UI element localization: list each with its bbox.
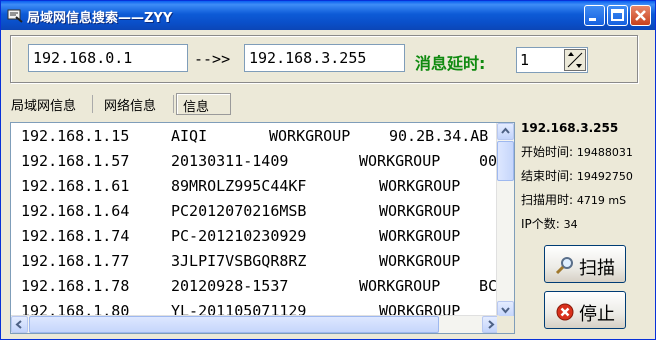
list-item[interactable]: 192.168.1.78 20120928-1537 WORKGROUP BC bbox=[11, 273, 497, 298]
list-item[interactable]: 192.168.1.74 PC-201210230929 WORKGROUP bbox=[11, 223, 460, 248]
tab-separator bbox=[173, 95, 174, 113]
list-item[interactable]: 192.168.1.15 AIQI WORKGROUP 90.2B.34.AB bbox=[11, 123, 488, 148]
elapsed-time-value: 4719 mS bbox=[576, 194, 627, 207]
row-mac: BC bbox=[479, 277, 498, 295]
tab-lan-info[interactable]: 局域网信息 bbox=[11, 93, 93, 115]
scroll-left-button[interactable] bbox=[11, 316, 28, 333]
ip-count: IP个数: 34 bbox=[521, 215, 578, 232]
row-hostname: 3JLPI7VSBGQR8RZ bbox=[171, 252, 307, 270]
spin-button[interactable] bbox=[564, 49, 586, 71]
row-ip: 192.168.1.78 bbox=[21, 277, 130, 295]
start-time: 开始时间: 19488031 bbox=[521, 143, 633, 160]
horizontal-scroll-thumb[interactable] bbox=[29, 316, 439, 333]
range-arrow: -->> bbox=[194, 50, 231, 68]
main-window: 局域网信息搜索——ZYY 192.168.0.1 -->> 192.168.3.… bbox=[0, 0, 656, 340]
stop-button-label: 停止 bbox=[579, 304, 615, 325]
list-item[interactable]: 192.168.1.61 89MROLZ995C44KF WORKGROUP bbox=[11, 173, 460, 198]
scroll-up-button[interactable] bbox=[497, 123, 514, 140]
minimize-button[interactable] bbox=[584, 5, 605, 26]
results-rows: 192.168.1.15 AIQI WORKGROUP 90.2B.34.AB … bbox=[11, 123, 499, 318]
row-hostname: AIQI bbox=[171, 127, 208, 145]
magnifier-icon bbox=[555, 257, 573, 275]
row-workgroup: WORKGROUP bbox=[379, 177, 461, 195]
scroll-right-icon bbox=[488, 320, 495, 329]
stop-icon bbox=[556, 303, 574, 321]
elapsed-time: 扫描用时: 4719 mS bbox=[521, 191, 626, 208]
horizontal-scrollbar[interactable] bbox=[11, 315, 499, 333]
row-hostname: PC-201210230929 bbox=[171, 227, 307, 245]
close-icon bbox=[635, 10, 646, 21]
start-time-label: 开始时间: bbox=[521, 145, 574, 159]
vertical-scrollbar[interactable] bbox=[496, 123, 514, 318]
spin-arrows-icon bbox=[567, 52, 583, 68]
row-hostname: 89MROLZ995C44KF bbox=[171, 177, 307, 195]
row-mac: 90.2B.34.AB bbox=[389, 127, 489, 145]
row-ip: 192.168.1.15 bbox=[21, 127, 130, 145]
row-workgroup: WORKGROUP bbox=[359, 152, 441, 170]
tab-network-info[interactable]: 网络信息 bbox=[104, 93, 172, 115]
row-ip: 192.168.1.74 bbox=[21, 227, 130, 245]
end-time-label: 结束时间: bbox=[521, 169, 574, 183]
end-time-value: 19492750 bbox=[576, 170, 633, 183]
ip-count-value: 34 bbox=[563, 218, 578, 231]
scrollbar-corner bbox=[497, 316, 514, 333]
elapsed-time-label: 扫描用时: bbox=[521, 193, 574, 207]
title-bar[interactable]: 局域网信息搜索——ZYY bbox=[1, 1, 655, 30]
scroll-left-icon bbox=[15, 320, 22, 329]
delay-label: 消息延时: bbox=[415, 54, 486, 73]
row-workgroup: WORKGROUP bbox=[359, 277, 441, 295]
tab-separator bbox=[92, 95, 93, 113]
end-time: 结束时间: 19492750 bbox=[521, 167, 633, 184]
row-ip: 192.168.1.64 bbox=[21, 202, 130, 220]
list-item[interactable]: 192.168.1.77 3JLPI7VSBGQR8RZ WORKGROUP bbox=[11, 248, 460, 273]
scroll-down-icon bbox=[501, 307, 510, 314]
row-hostname: 20130311-1409 bbox=[171, 152, 289, 170]
stop-button[interactable]: 停止 bbox=[544, 291, 626, 329]
maximize-icon bbox=[611, 9, 624, 21]
row-workgroup: WORKGROUP bbox=[269, 127, 351, 145]
row-hostname: PC2012070216MSB bbox=[171, 202, 307, 220]
start-ip-input[interactable]: 192.168.0.1 bbox=[28, 44, 188, 72]
results-list[interactable]: 192.168.1.15 AIQI WORKGROUP 90.2B.34.AB … bbox=[10, 122, 515, 334]
tab-info[interactable]: 信息 bbox=[176, 93, 231, 115]
row-ip: 192.168.1.77 bbox=[21, 252, 130, 270]
scroll-up-icon bbox=[501, 127, 510, 134]
window-title: 局域网信息搜索——ZYY bbox=[27, 11, 173, 26]
list-item[interactable]: 192.168.1.64 PC2012070216MSB WORKGROUP bbox=[11, 198, 460, 223]
start-time-value: 19488031 bbox=[576, 146, 633, 159]
close-button[interactable] bbox=[630, 5, 651, 26]
row-workgroup: WORKGROUP bbox=[379, 202, 461, 220]
list-item[interactable]: 192.168.1.57 20130311-1409 WORKGROUP 00 bbox=[11, 148, 497, 173]
scan-button[interactable]: 扫描 bbox=[544, 245, 626, 283]
maximize-button[interactable] bbox=[607, 5, 628, 26]
end-ip-input[interactable]: 192.168.3.255 bbox=[244, 44, 405, 72]
row-ip: 192.168.1.57 bbox=[21, 152, 130, 170]
ip-count-label: IP个数: bbox=[521, 217, 560, 231]
row-ip: 192.168.1.61 bbox=[21, 177, 130, 195]
row-workgroup: WORKGROUP bbox=[379, 227, 461, 245]
app-icon bbox=[7, 9, 23, 23]
row-hostname: 20120928-1537 bbox=[171, 277, 289, 295]
vertical-scroll-thumb[interactable] bbox=[497, 141, 514, 181]
delay-spinner[interactable]: 1 bbox=[516, 47, 588, 73]
current-ip: 192.168.3.255 bbox=[521, 121, 619, 135]
minimize-icon bbox=[589, 18, 596, 21]
row-mac: 00 bbox=[479, 152, 498, 170]
delay-value[interactable]: 1 bbox=[520, 51, 529, 69]
scan-button-label: 扫描 bbox=[579, 258, 615, 279]
row-workgroup: WORKGROUP bbox=[379, 252, 461, 270]
